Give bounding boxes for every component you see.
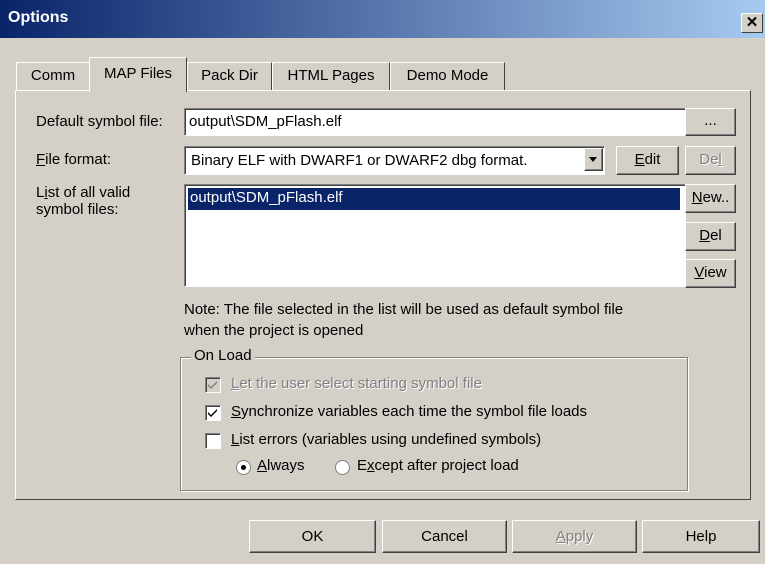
tab-comm[interactable]: Comm (16, 62, 90, 90)
new-symbol-button[interactable]: New.. (685, 184, 736, 213)
always-radio-label: Always (257, 457, 305, 474)
mnemonic: S (231, 403, 242, 420)
synchronize-variables-checkbox[interactable] (205, 405, 221, 421)
default-symbol-label: Default symbol file: (36, 113, 163, 130)
let-user-select-label: Let the user select starting symbol file (231, 375, 482, 392)
title-bar[interactable]: Options ✕ (0, 0, 765, 38)
note-text-line2: when the project is opened (184, 322, 364, 339)
dropdown-button[interactable] (584, 148, 603, 171)
browse-button[interactable]: ... (685, 108, 736, 136)
help-button[interactable]: Help (642, 520, 760, 553)
default-symbol-input[interactable]: output\SDM_pFlash.elf (184, 108, 693, 136)
button-label: el (710, 227, 722, 244)
view-symbol-button[interactable]: View (685, 259, 736, 288)
label-text: ynchronize variables each time the symbo… (241, 403, 588, 420)
on-load-group-label: On Load (191, 347, 255, 364)
note-text-line1: Note: The file selected in the list will… (184, 301, 624, 318)
synchronize-variables-label: Synchronize variables each time the symb… (231, 403, 587, 420)
symbol-files-list[interactable]: output\SDM_pFlash.elf (184, 184, 686, 287)
let-user-select-checkbox[interactable] (205, 377, 221, 393)
tab-label: HTML Pages (287, 67, 375, 84)
label-text: st of all valid (47, 184, 131, 201)
file-format-select[interactable]: Binary ELF with DWARF1 or DWARF2 dbg for… (184, 146, 605, 175)
close-button[interactable]: ✕ (741, 13, 763, 33)
tab-map-files[interactable]: MAP Files (89, 57, 187, 92)
close-icon: ✕ (745, 14, 759, 31)
file-format-value: Binary ELF with DWARF1 or DWARF2 dbg for… (191, 152, 528, 169)
button-label: Cancel (421, 528, 468, 545)
tab-label: Pack Dir (201, 67, 258, 84)
mnemonic: N (691, 189, 703, 206)
default-symbol-value: output\SDM_pFlash.elf (189, 113, 342, 130)
tab-demo-mode[interactable]: Demo Mode (390, 62, 505, 90)
button-label: dit (644, 151, 661, 168)
list-item[interactable]: output\SDM_pFlash.elf (188, 188, 680, 210)
label-text: cept after project load (374, 457, 519, 474)
mnemonic: F (36, 151, 46, 168)
tab-panel: Default symbol file: output\SDM_pFlash.e… (15, 90, 751, 500)
mnemonic: l (718, 151, 722, 168)
label-text: E (357, 457, 368, 474)
button-label: Help (685, 528, 717, 545)
apply-button[interactable]: Apply (512, 520, 637, 553)
window-title: Options (8, 9, 69, 26)
mnemonic: E (634, 151, 645, 168)
mnemonic: V (694, 264, 705, 281)
chevron-down-icon (589, 157, 597, 162)
delete-format-button[interactable]: Del (685, 146, 736, 175)
except-after-load-radio[interactable] (335, 460, 350, 475)
except-after-load-label: Except after project load (357, 457, 519, 474)
ok-button[interactable]: OK (249, 520, 376, 553)
label-text: et the user select starting symbol file (239, 375, 482, 392)
label-text: symbol files: (36, 201, 119, 218)
list-errors-label: List errors (variables using undefined s… (231, 431, 541, 448)
file-format-label: File format: (36, 151, 111, 168)
mnemonic: x (367, 457, 375, 474)
tab-pack-dir[interactable]: Pack Dir (187, 62, 272, 90)
button-label: De (699, 151, 719, 168)
list-errors-checkbox[interactable] (205, 433, 221, 449)
always-radio[interactable] (236, 460, 251, 475)
tab-label: MAP Files (103, 65, 173, 82)
cancel-button[interactable]: Cancel (382, 520, 507, 553)
radio-dot (241, 465, 246, 470)
list-item-label: output\SDM_pFlash.elf (190, 189, 343, 206)
label-text: ist errors (variables using undefined sy… (239, 431, 542, 448)
check-icon (208, 409, 217, 417)
tab-label: Demo Mode (406, 67, 489, 84)
tab-label: Comm (30, 67, 76, 84)
check-icon (208, 381, 217, 389)
button-label: ew.. (702, 189, 730, 206)
label-text: ile format: (45, 151, 112, 168)
button-label: OK (301, 528, 324, 545)
symbol-files-label: List of all valid symbol files: (36, 184, 130, 218)
mnemonic: A (257, 457, 268, 474)
mnemonic: D (699, 227, 711, 244)
options-dialog: Options ✕ Comm MAP Files Pack Dir HTML P… (0, 0, 765, 564)
label-text: lways (267, 457, 305, 474)
delete-symbol-button[interactable]: Del (685, 222, 736, 251)
button-label: pply (565, 528, 594, 545)
edit-button[interactable]: Edit (616, 146, 679, 175)
button-label: iew (704, 264, 727, 281)
tab-html-pages[interactable]: HTML Pages (272, 62, 390, 90)
browse-label: ... (704, 112, 717, 129)
mnemonic: A (555, 528, 566, 545)
